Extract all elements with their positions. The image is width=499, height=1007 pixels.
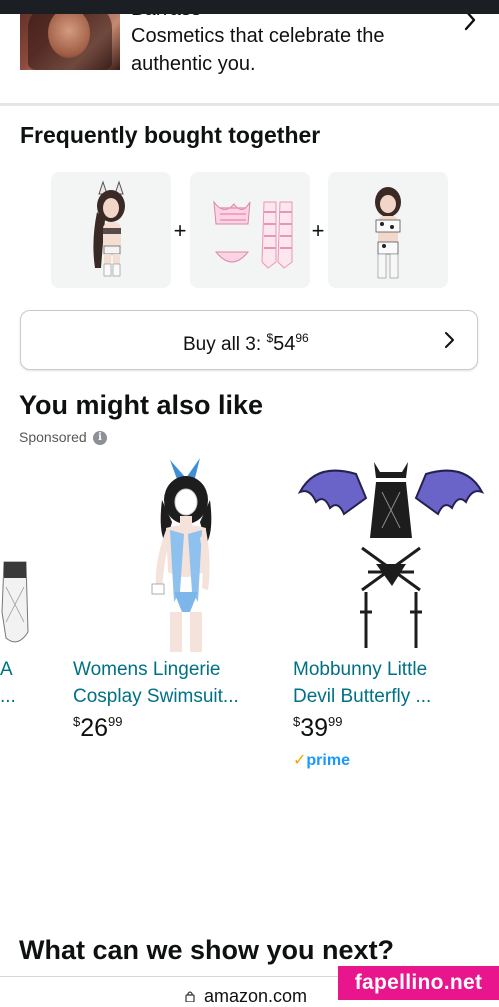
fbt-item-2[interactable] [190, 172, 310, 288]
status-bar [0, 0, 499, 14]
product-image[interactable] [100, 452, 250, 652]
product-1-title-line1: Womens Lingerie [73, 659, 221, 680]
chevron-right-icon [445, 332, 454, 348]
buy-all-button[interactable]: Buy all 3: $5496 [20, 310, 478, 370]
price-cents: 99 [328, 714, 343, 729]
price-cents: 96 [295, 331, 309, 345]
brand-card[interactable]: Barrass Cosmetics that celebrate the aut… [0, 0, 499, 104]
plus-sign: + [311, 218, 325, 243]
lock-icon [185, 991, 195, 1002]
brand-description: Cosmetics that celebrate the authentic y… [131, 25, 385, 75]
price-whole: 39 [300, 714, 329, 742]
product-title[interactable]: Womens Lingerie Cosplay Swimsuit... [73, 656, 263, 710]
product-2-image [297, 462, 485, 648]
fbt-item-2-image [213, 200, 293, 269]
price-whole: 26 [80, 714, 109, 742]
sponsored-label: Sponsored [19, 429, 87, 445]
fbt-title: Frequently bought together [20, 122, 321, 148]
product-price: $2699 [73, 714, 123, 743]
section-divider [0, 103, 499, 106]
partial-product-image[interactable] [0, 452, 36, 652]
url-text[interactable]: amazon.com [204, 986, 307, 1007]
plus-sign: + [173, 218, 187, 243]
product-title[interactable]: Mobbunny Little Devil Butterfly ... [293, 656, 483, 710]
product-image[interactable] [296, 452, 486, 652]
price-whole: 54 [273, 333, 296, 355]
buy-all-text: Buy all 3: [183, 334, 267, 355]
product-1-title-line2: Cosplay Swimsuit... [73, 686, 239, 707]
prime-text: prime [306, 752, 350, 769]
partial-product-title-line1: A [0, 659, 13, 680]
price-cents: 99 [108, 714, 123, 729]
prime-badge: ✓prime [293, 750, 350, 770]
fbt-item-1[interactable] [51, 172, 171, 288]
fbt-item-1-image [93, 180, 125, 277]
buy-all-label: Buy all 3: $5496 [183, 331, 309, 356]
next-section-title: What can we show you next? [19, 935, 395, 965]
product-1-image [151, 458, 212, 652]
product-2-title-line2: Devil Butterfly ... [293, 686, 432, 707]
recommendations-title: You might also like [19, 390, 264, 420]
prime-check-icon: ✓ [293, 752, 307, 769]
product-2-title-line1: Mobbunny Little [293, 659, 428, 680]
info-icon[interactable]: i [93, 431, 107, 445]
fbt-item-3-image [375, 187, 401, 279]
brand-thumbnail-face [48, 8, 90, 58]
fbt-item-3[interactable] [328, 172, 448, 288]
product-price: $3999 [293, 714, 343, 743]
partial-product-title-line2: ... [0, 686, 16, 707]
partial-product-title[interactable]: A ... [0, 656, 20, 710]
watermark: fapellino.net [338, 966, 499, 1000]
